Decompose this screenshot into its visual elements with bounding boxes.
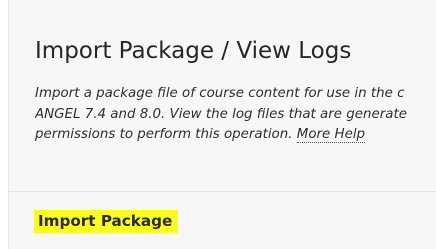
- page-title: Import Package / View Logs: [35, 38, 352, 64]
- description-line-1: Import a package file of course content …: [35, 86, 405, 101]
- import-package-panel: Import Package / View Logs Import a pack…: [8, 0, 436, 249]
- description-line-3-text: permissions to perform this operation.: [35, 127, 293, 142]
- import-package-link[interactable]: Import Package: [34, 210, 179, 233]
- description-line-2: ANGEL 7.4 and 8.0. View the log files th…: [35, 106, 407, 122]
- more-help-link[interactable]: More Help: [296, 127, 366, 143]
- section-divider: [9, 191, 436, 192]
- description-line-3: permissions to perform this operation. M…: [35, 125, 436, 146]
- page-description: Import a package file of course content …: [35, 84, 436, 146]
